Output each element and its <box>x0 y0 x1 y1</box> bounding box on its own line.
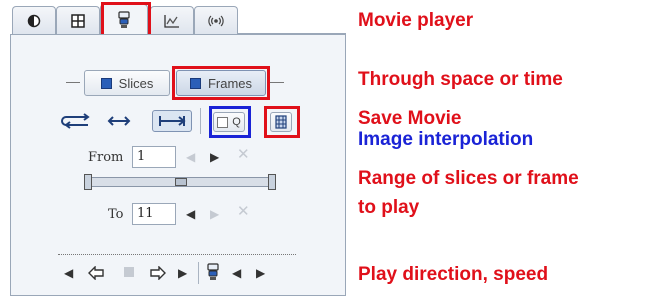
annotation-play-direction: Play direction, speed <box>358 264 549 285</box>
step-forward-icon[interactable]: ▶ <box>210 207 219 221</box>
separator-line <box>270 82 284 83</box>
range-play-button[interactable] <box>152 110 192 132</box>
annotation-movie-player: Movie player <box>358 10 474 31</box>
step-next-icon[interactable] <box>150 266 166 280</box>
loop-icon[interactable] <box>58 111 96 131</box>
slices-toggle[interactable]: Slices <box>84 70 170 96</box>
slices-icon <box>100 77 112 89</box>
tab-contrast[interactable] <box>12 6 56 34</box>
tab-curve[interactable] <box>150 6 194 34</box>
annotation-range-line2: to play <box>358 197 420 218</box>
tab-grid[interactable] <box>56 6 100 34</box>
speed-icon <box>207 263 219 280</box>
play-backward-icon[interactable]: ◀ <box>64 266 73 280</box>
slower-icon[interactable]: ◀ <box>232 266 241 280</box>
to-label: To <box>108 207 124 222</box>
stop-icon[interactable] <box>124 267 134 277</box>
range-play-icon <box>159 116 186 126</box>
step-back-icon[interactable]: ◀ <box>186 150 195 164</box>
clear-icon[interactable]: ✕ <box>237 204 250 219</box>
to-field[interactable]: 11 <box>132 203 176 225</box>
bounce-icon[interactable] <box>106 113 132 129</box>
separator-line <box>66 82 80 83</box>
save-movie-highlight <box>264 106 300 138</box>
separator-line <box>200 108 201 134</box>
dotted-separator <box>58 254 296 255</box>
frames-highlight <box>172 66 270 100</box>
step-forward-icon[interactable]: ▶ <box>210 150 219 164</box>
from-label: From <box>88 150 124 165</box>
from-field[interactable]: 1 <box>132 146 176 168</box>
range-slider-start-handle[interactable] <box>84 174 92 190</box>
range-slider-end-handle[interactable] <box>268 174 276 190</box>
curve-icon <box>164 14 179 28</box>
broadcast-icon <box>208 15 224 26</box>
grid-icon <box>71 13 85 28</box>
annotation-range-line1: Range of slices or frame <box>358 168 579 189</box>
step-back-icon[interactable]: ◀ <box>186 207 195 221</box>
annotation-through-space: Through space or time <box>358 69 563 90</box>
slices-label: Slices <box>118 75 154 91</box>
step-previous-icon[interactable] <box>88 266 104 280</box>
tab-broadcast[interactable] <box>194 6 238 34</box>
faster-icon[interactable]: ▶ <box>256 266 265 280</box>
range-slider-center-handle[interactable] <box>175 178 187 186</box>
annotation-save-movie: Save Movie <box>358 108 462 129</box>
separator-line <box>198 262 199 284</box>
interpolation-highlight <box>209 106 251 138</box>
play-forward-icon[interactable]: ▶ <box>178 266 187 280</box>
annotation-image-interpolation: Image interpolation <box>358 129 534 150</box>
clear-icon[interactable]: ✕ <box>237 147 250 162</box>
contrast-icon <box>27 14 41 27</box>
